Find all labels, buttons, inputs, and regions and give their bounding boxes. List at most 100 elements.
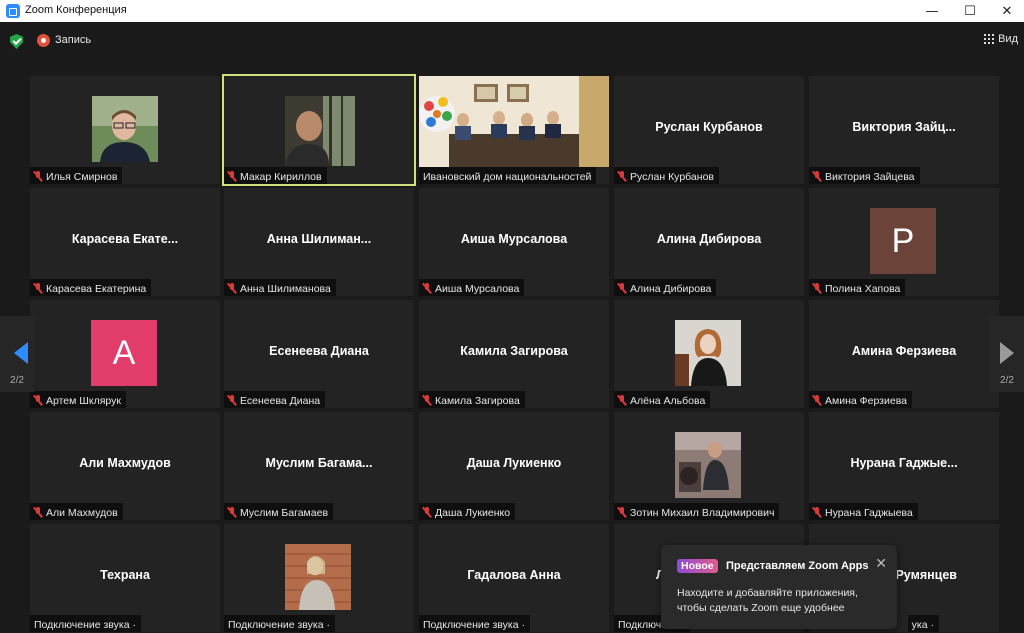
zoom-logo-icon bbox=[6, 4, 20, 18]
notification-body: Находите и добавляйте приложения, чтобы … bbox=[677, 587, 858, 614]
muted-mic-icon bbox=[34, 283, 42, 294]
letter-avatar: P bbox=[870, 208, 936, 274]
participant-name-label: Алина Дибирова bbox=[614, 279, 717, 296]
participant-name-label: Есенеева Диана bbox=[224, 391, 326, 408]
participant-name-label: Алёна Альбова bbox=[614, 391, 711, 408]
participant-name-label: Виктория Зайцева bbox=[809, 167, 920, 184]
participant-tile[interactable]: Анна Шилиман... Анна Шилиманова bbox=[224, 188, 414, 296]
arrow-left-icon bbox=[14, 342, 28, 364]
participant-tile[interactable]: Даша Лукиенко Даша Лукиенко bbox=[419, 412, 609, 520]
muted-mic-icon bbox=[34, 507, 42, 518]
participant-tile[interactable]: P Полина Хапова bbox=[809, 188, 999, 296]
participant-display-name: Нурана Гаджые... bbox=[850, 456, 958, 470]
participant-name-label: Полина Хапова bbox=[809, 279, 906, 296]
participant-name-label: Анна Шилиманова bbox=[224, 279, 336, 296]
connecting-audio-label: Подключение звука · bbox=[419, 615, 530, 632]
participant-name-label: Артем Шклярук bbox=[30, 391, 126, 408]
participant-display-name: Аиша Мурсалова bbox=[460, 232, 568, 246]
participant-display-name: Руслан Курбанов bbox=[655, 120, 763, 134]
letter-avatar: A bbox=[91, 320, 157, 386]
participant-display-name: Алина Дибирова bbox=[656, 232, 762, 246]
participant-tile[interactable]: Алёна Альбова bbox=[614, 300, 804, 408]
participant-tile[interactable]: Есенеева Диана Есенеева Диана bbox=[224, 300, 414, 408]
close-window-button[interactable]: ✕ bbox=[990, 0, 1024, 22]
new-badge: Новое bbox=[677, 559, 718, 573]
participant-name-label: Макар Кириллов bbox=[224, 167, 327, 184]
participant-tile[interactable]: Техрана Подключение звука · bbox=[30, 524, 220, 632]
participant-name-label: Даша Лукиенко bbox=[419, 503, 516, 520]
view-button[interactable]: Вид bbox=[984, 33, 1018, 45]
recording-icon[interactable] bbox=[37, 34, 50, 47]
previous-page-button[interactable]: 2/2 bbox=[0, 316, 34, 392]
arrow-right-icon bbox=[1000, 342, 1014, 364]
connecting-audio-label: Подключение звука · bbox=[30, 615, 141, 632]
zoom-apps-notification: Новое Представляем Zoom Apps ✕ Находите … bbox=[661, 545, 897, 629]
muted-mic-icon bbox=[813, 171, 821, 182]
grid-view-icon bbox=[984, 34, 995, 44]
participant-name-label: Карасева Екатерина bbox=[30, 279, 152, 296]
participant-display-name: Али Махмудов bbox=[79, 456, 171, 470]
participant-video bbox=[419, 76, 609, 167]
participant-tile[interactable]: Камила Загирова Камила Загирова bbox=[419, 300, 609, 408]
window-title: Zoom Конференция bbox=[25, 4, 127, 16]
notification-title: Представляем Zoom Apps bbox=[726, 560, 869, 572]
participant-display-name: Анна Шилиман... bbox=[266, 232, 372, 246]
participant-tile[interactable]: Амина Ферзиева Амина Ферзиева bbox=[809, 300, 999, 408]
meeting-top-bar: Запись Вид bbox=[0, 22, 1024, 68]
muted-mic-icon bbox=[813, 395, 821, 406]
participant-name-label: Амина Ферзиева bbox=[809, 391, 913, 408]
participant-name-label: Али Махмудов bbox=[30, 503, 123, 520]
minimize-button[interactable]: — bbox=[915, 0, 949, 22]
participant-display-name: Гадалова Анна bbox=[467, 568, 561, 582]
muted-mic-icon bbox=[423, 283, 431, 294]
page-indicator: 2/2 bbox=[10, 375, 24, 386]
participant-tile[interactable]: Карасева Екате... Карасева Екатерина bbox=[30, 188, 220, 296]
participant-tile[interactable]: Алина Дибирова Алина Дибирова bbox=[614, 188, 804, 296]
muted-mic-icon bbox=[813, 507, 821, 518]
muted-mic-icon bbox=[228, 171, 236, 182]
participant-display-name: Карасева Екате... bbox=[71, 232, 179, 246]
page-indicator: 2/2 bbox=[1000, 375, 1014, 386]
participant-tile[interactable]: Руслан Курбанов Руслан Курбанов bbox=[614, 76, 804, 184]
participant-tile[interactable]: Гадалова Анна Подключение звука · bbox=[419, 524, 609, 632]
participant-display-name: Муслим Багама... bbox=[265, 456, 373, 470]
participant-tile[interactable]: Виктория Зайц... Виктория Зайцева bbox=[809, 76, 999, 184]
participant-display-name: Амина Ферзиева bbox=[851, 344, 957, 358]
view-label: Вид bbox=[998, 33, 1018, 45]
muted-mic-icon bbox=[423, 507, 431, 518]
muted-mic-icon bbox=[618, 507, 626, 518]
recording-label[interactable]: Запись bbox=[55, 34, 91, 46]
close-notification-button[interactable]: ✕ bbox=[875, 556, 887, 572]
participant-name-label: Зотин Михаил Владимирович bbox=[614, 503, 780, 520]
participant-name-label: Ивановский дом национальностей bbox=[419, 167, 597, 184]
participant-tile[interactable]: Илья Смирнов bbox=[30, 76, 220, 184]
participant-tile[interactable]: Зотин Михаил Владимирович bbox=[614, 412, 804, 520]
next-page-button[interactable]: 2/2 bbox=[990, 316, 1024, 392]
participant-name-label: Илья Смирнов bbox=[30, 167, 123, 184]
participant-tile[interactable]: Нурана Гаджые... Нурана Гаджыева bbox=[809, 412, 999, 520]
participant-photo bbox=[285, 544, 351, 610]
participant-tile[interactable]: Муслим Багама... Муслим Багамаев bbox=[224, 412, 414, 520]
participant-name-label: Камила Загирова bbox=[419, 391, 525, 408]
maximize-button[interactable]: ☐ bbox=[953, 0, 987, 22]
participant-display-name: Виктория Зайц... bbox=[852, 120, 956, 134]
muted-mic-icon bbox=[228, 395, 236, 406]
muted-mic-icon bbox=[618, 171, 626, 182]
participant-tile-active-speaker[interactable]: Макар Кириллов bbox=[222, 74, 416, 186]
muted-mic-icon bbox=[618, 395, 626, 406]
participant-display-name: Даша Лукиенко bbox=[466, 456, 562, 470]
muted-mic-icon bbox=[423, 395, 431, 406]
muted-mic-icon bbox=[228, 283, 236, 294]
participant-tile[interactable]: A Артем Шклярук bbox=[30, 300, 220, 408]
participant-photo bbox=[675, 320, 741, 386]
participant-tile[interactable]: Подключение звука · bbox=[224, 524, 414, 632]
security-shield-icon[interactable] bbox=[10, 34, 23, 49]
participant-tile[interactable]: Али Махмудов Али Махмудов bbox=[30, 412, 220, 520]
participant-photo bbox=[92, 96, 158, 162]
participant-tile[interactable]: Аиша Мурсалова Аиша Мурсалова bbox=[419, 188, 609, 296]
participant-photo bbox=[675, 432, 741, 498]
participant-tile[interactable]: Ивановский дом национальностей bbox=[419, 76, 609, 184]
participant-name-label: Аиша Мурсалова bbox=[419, 279, 525, 296]
participant-name-label: Муслим Багамаев bbox=[224, 503, 334, 520]
participant-name-label: Нурана Гаджыева bbox=[809, 503, 918, 520]
